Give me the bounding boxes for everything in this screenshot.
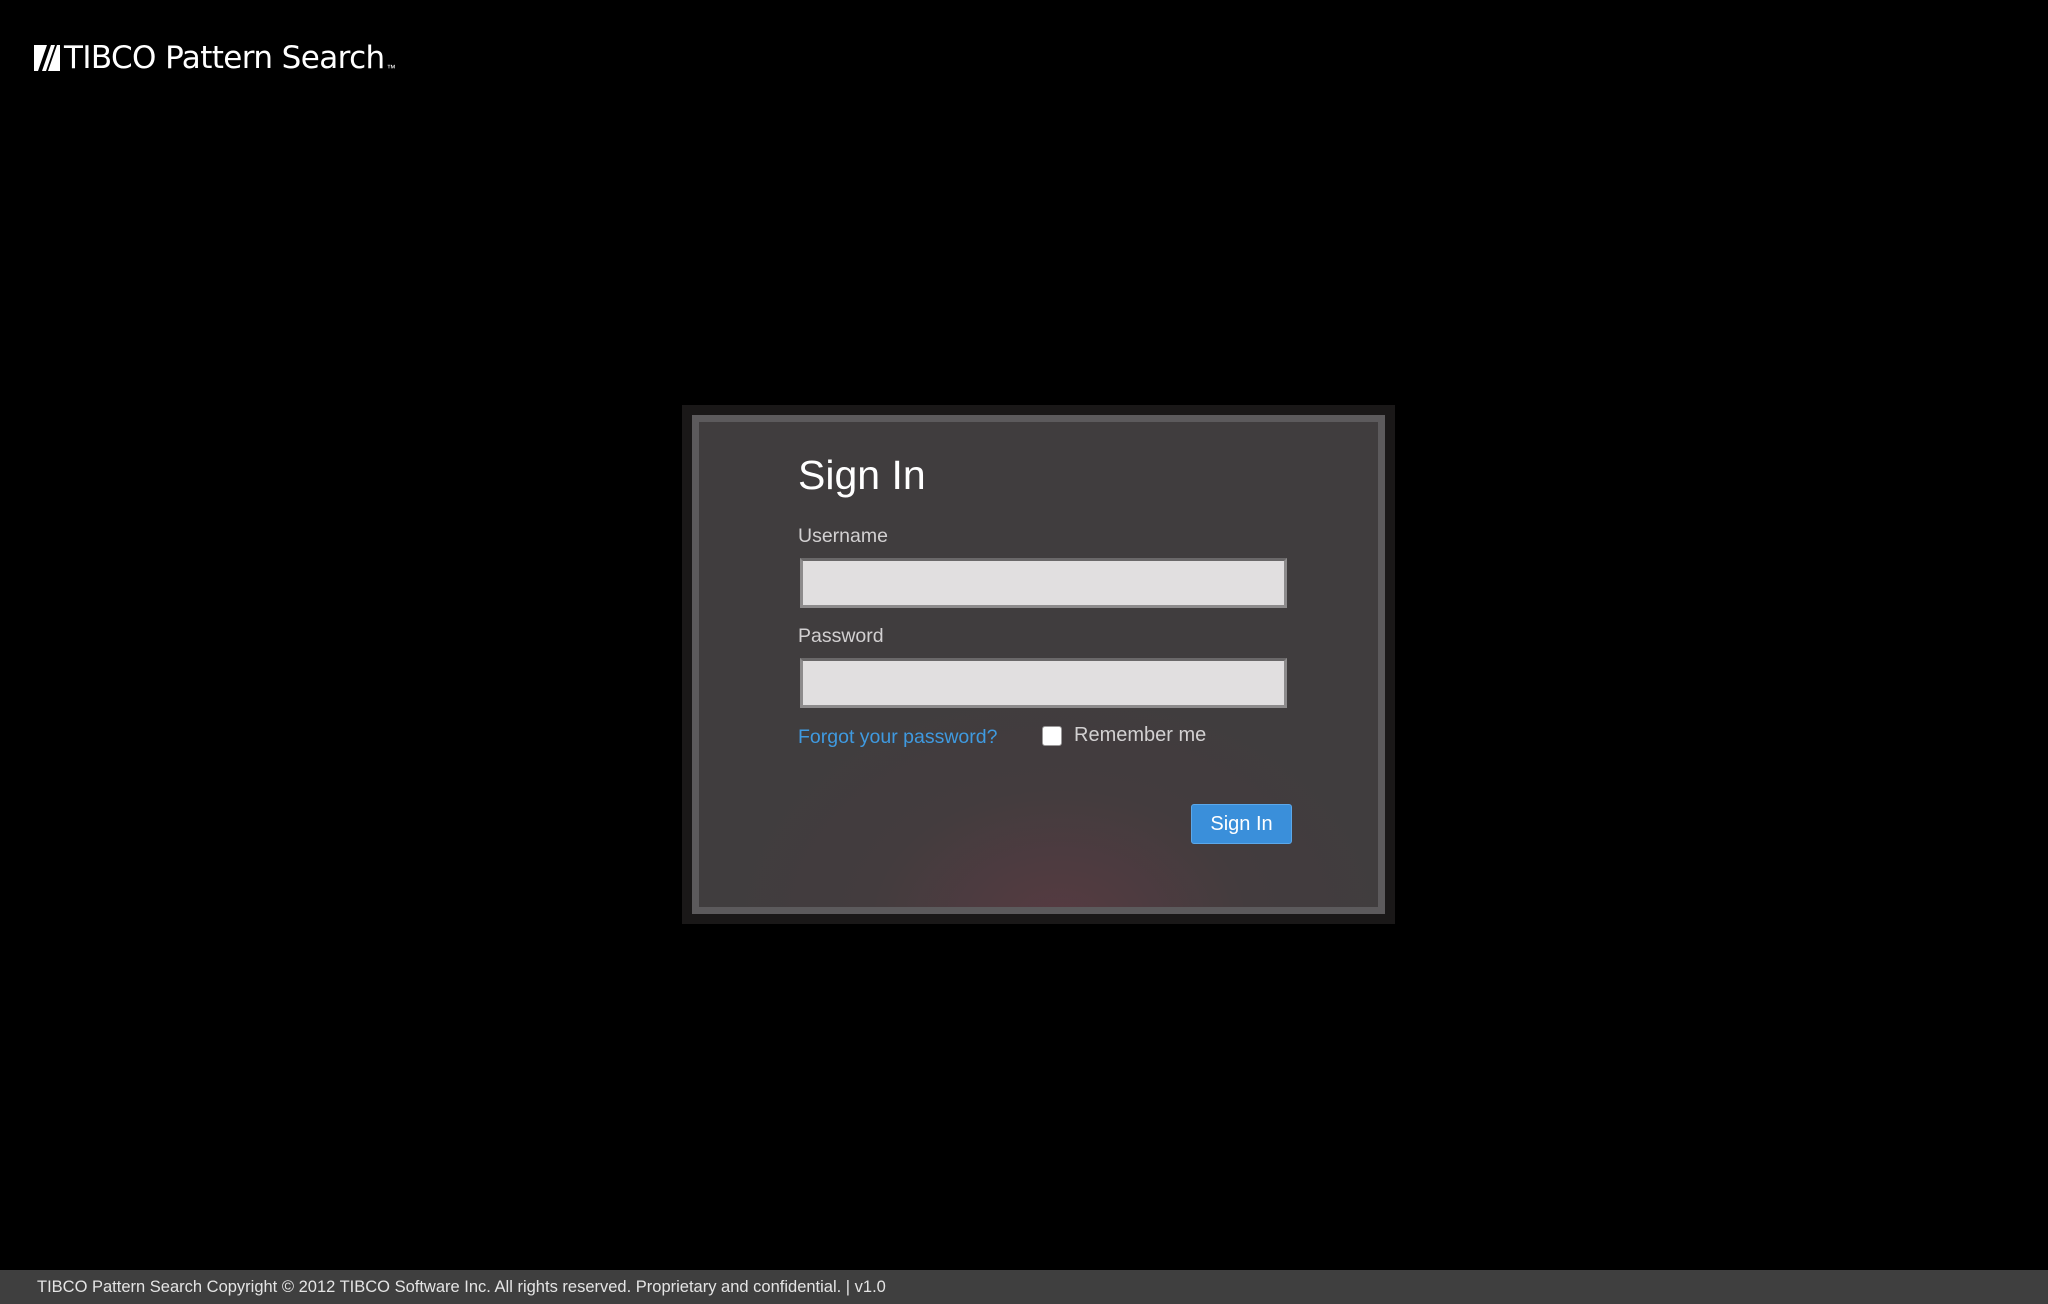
remember-me-label[interactable]: Remember me xyxy=(1074,724,1206,747)
signin-form: Sign In Username Password Forgot your pa… xyxy=(699,422,1378,907)
forgot-password-link[interactable]: Forgot your password? xyxy=(798,726,997,749)
signin-title: Sign In xyxy=(798,452,926,498)
app-name: TIBCO Pattern Search xyxy=(64,40,385,76)
signin-dialog-frame: Sign In Username Password Forgot your pa… xyxy=(692,415,1385,914)
trademark-symbol: ™ xyxy=(386,63,396,73)
signin-dialog: Sign In Username Password Forgot your pa… xyxy=(682,405,1395,924)
tibco-logo-icon xyxy=(34,45,60,71)
footer-copyright: TIBCO Pattern Search Copyright © 2012 TI… xyxy=(0,1270,2048,1304)
signin-button[interactable]: Sign In xyxy=(1191,804,1292,844)
password-label: Password xyxy=(798,625,884,647)
username-input[interactable] xyxy=(800,558,1287,608)
password-input[interactable] xyxy=(800,658,1287,708)
remember-me-option[interactable]: Remember me xyxy=(1042,724,1206,747)
username-label: Username xyxy=(798,525,888,547)
remember-me-checkbox[interactable] xyxy=(1042,725,1062,746)
app-logo: TIBCO Pattern Search ™ xyxy=(34,38,396,78)
